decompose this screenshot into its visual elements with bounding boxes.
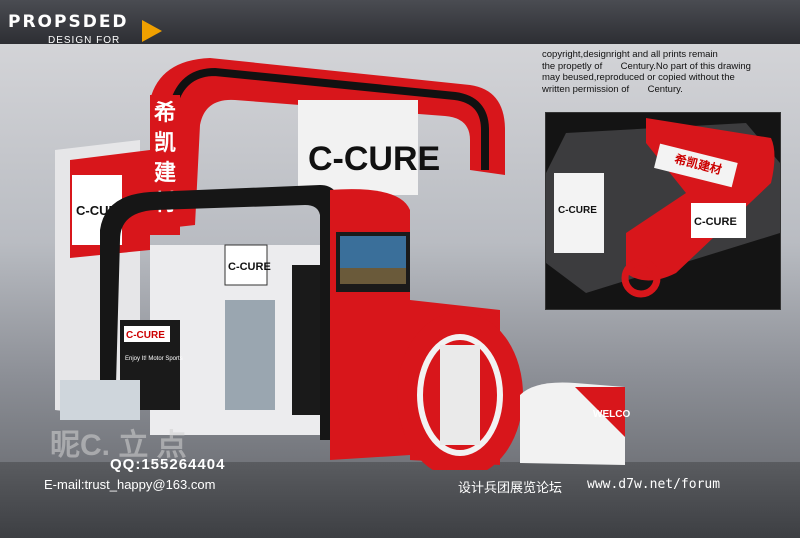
forum-link[interactable]: www.d7w.net/forum xyxy=(587,477,720,492)
floor xyxy=(0,462,800,538)
inner-logo: C-CURE xyxy=(126,330,165,341)
inset-topview: 希凯建材 C-CURE C-CURE xyxy=(545,112,781,310)
forum-name: 设计兵团展览论坛 xyxy=(458,480,563,495)
inset-render: 希凯建材 C-CURE C-CURE xyxy=(546,113,780,309)
inset-logo-2: C-CURE xyxy=(694,216,737,228)
product-column xyxy=(292,265,320,415)
display-rack xyxy=(225,300,275,410)
inner-tagline: Enjoy It! Motor Sports xyxy=(125,356,183,362)
red-column xyxy=(330,189,410,460)
copyright-notice: copyright,designright and all prints rem… xyxy=(542,49,792,95)
display-counter xyxy=(60,380,140,420)
upper-logo: C-CURE xyxy=(308,140,440,178)
welcome-text: WELCO xyxy=(593,409,630,420)
tv-image-ground xyxy=(340,268,406,284)
vertical-banner-text: 凯 xyxy=(154,130,176,155)
ring-interior xyxy=(440,345,480,445)
vertical-banner-text: 希 xyxy=(154,100,176,125)
copyright-line: may beused,reproduced or copied without … xyxy=(542,72,735,83)
copyright-line: written permission of Century. xyxy=(542,83,683,95)
qq-contact: QQ:155264404 xyxy=(110,456,226,473)
welcome-counter: WELCO xyxy=(520,382,630,465)
inner-sign-logo: C-CURE xyxy=(228,261,271,273)
vertical-banner-text: 建 xyxy=(154,160,176,185)
inset-logo: C-CURE xyxy=(558,205,597,216)
booth-render: C-CURE 希 凯 建 材 C-CURE C-CURE Enjoy It! M… xyxy=(55,58,523,470)
email-contact: E-mail:trust_happy@163.com xyxy=(44,477,216,492)
copyright-line: the propetly of Century.No part of this … xyxy=(542,60,751,72)
copyright-line: copyright,designright and all prints rem… xyxy=(542,49,718,60)
